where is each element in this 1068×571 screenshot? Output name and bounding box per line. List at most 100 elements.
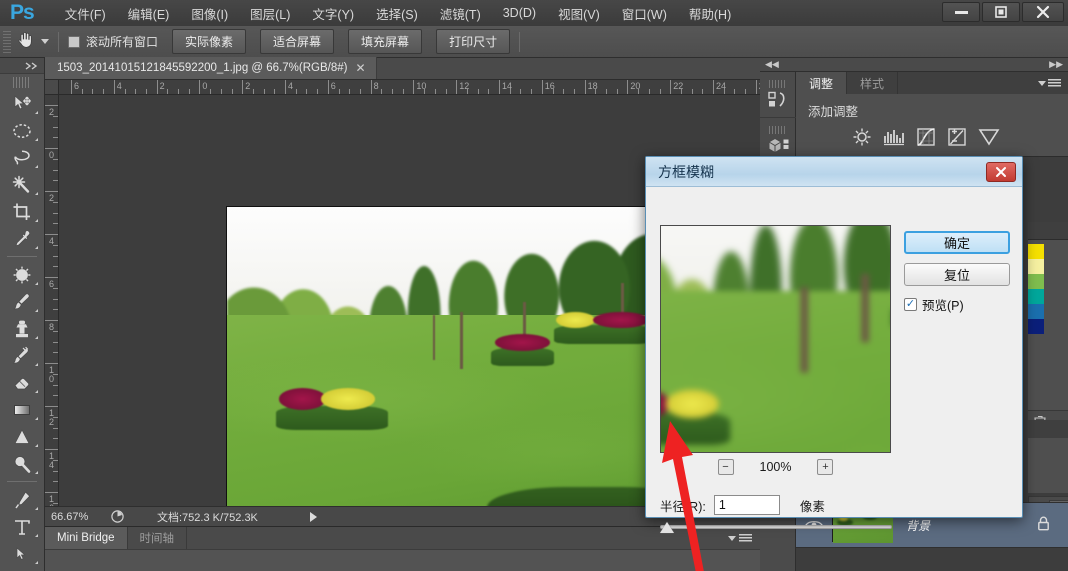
bottom-panel-menu-button[interactable] bbox=[728, 527, 760, 549]
tools-drag-grip[interactable] bbox=[13, 77, 31, 88]
brightness-contrast-icon[interactable] bbox=[852, 127, 872, 147]
menu-view[interactable]: 视图(V) bbox=[547, 1, 611, 26]
tool-preset-chevron-down-icon[interactable] bbox=[41, 39, 49, 44]
document-image bbox=[226, 206, 676, 526]
spot-healing-brush-tool[interactable] bbox=[3, 261, 41, 288]
gradient-tool[interactable] bbox=[3, 396, 41, 423]
move-tool[interactable] bbox=[3, 90, 41, 117]
eyedropper-tool[interactable] bbox=[3, 225, 41, 252]
zoom-level[interactable]: 66.67% bbox=[45, 511, 107, 523]
magic-wand-tool[interactable] bbox=[3, 171, 41, 198]
menu-select[interactable]: 选择(S) bbox=[365, 1, 429, 26]
panel-menu-icon bbox=[1048, 79, 1061, 88]
radius-slider[interactable] bbox=[660, 523, 892, 529]
swatch[interactable] bbox=[1028, 304, 1044, 319]
preview-checkbox[interactable]: ✓ 预览(P) bbox=[904, 295, 964, 314]
menu-file[interactable]: 文件(F) bbox=[54, 1, 117, 26]
rail-item-history[interactable] bbox=[760, 72, 796, 118]
ruler-label: 10 bbox=[47, 366, 56, 384]
tools-panel bbox=[0, 58, 45, 571]
blur-preview-image[interactable] bbox=[660, 225, 891, 453]
fill-screen-button[interactable]: 填充屏幕 bbox=[348, 29, 422, 54]
lock-icon[interactable] bbox=[1037, 516, 1050, 534]
menu-3d[interactable]: 3D(D) bbox=[492, 3, 547, 23]
rail-grip bbox=[769, 126, 787, 134]
bottom-panel: Mini Bridge 时间轴 bbox=[45, 526, 760, 571]
ok-button[interactable]: 确定 bbox=[904, 231, 1010, 254]
menu-type[interactable]: 文字(Y) bbox=[301, 1, 365, 26]
minimize-button[interactable] bbox=[942, 2, 980, 22]
swatch[interactable] bbox=[1028, 319, 1044, 334]
options-bar-grip[interactable] bbox=[3, 31, 11, 53]
clone-stamp-tool[interactable] bbox=[3, 315, 41, 342]
maximize-button[interactable] bbox=[982, 2, 1020, 22]
pen-tool[interactable] bbox=[3, 486, 41, 513]
dodge-tool[interactable] bbox=[3, 450, 41, 477]
dock-collapse-left-icon[interactable]: ◀◀ bbox=[765, 59, 779, 70]
preview-scene bbox=[660, 225, 891, 453]
lasso-tool[interactable] bbox=[3, 144, 41, 171]
menu-image[interactable]: 图像(I) bbox=[180, 1, 239, 26]
adjustments-panel: 调整 样式 添加调整 bbox=[796, 72, 1068, 157]
ruler-label: 4 bbox=[288, 82, 293, 91]
dialog-title-bar[interactable]: 方框模糊 bbox=[646, 157, 1022, 187]
zoom-in-button[interactable]: + bbox=[817, 459, 833, 475]
vibrance-icon[interactable] bbox=[978, 127, 1000, 147]
dialog-close-button[interactable] bbox=[986, 162, 1016, 182]
brush-tool[interactable] bbox=[3, 288, 41, 315]
document-preview-icon[interactable] bbox=[107, 510, 127, 523]
close-icon[interactable]: ✕ bbox=[355, 61, 365, 75]
path-selection-tool[interactable] bbox=[3, 540, 41, 567]
fit-screen-button[interactable]: 适合屏幕 bbox=[260, 29, 334, 54]
preview-checkbox-label: 预览(P) bbox=[922, 295, 964, 314]
swatch[interactable] bbox=[1028, 259, 1044, 274]
elliptical-marquee-tool[interactable] bbox=[3, 117, 41, 144]
swatch[interactable] bbox=[1028, 274, 1044, 289]
ruler-minor-tick bbox=[53, 245, 58, 246]
swatch[interactable] bbox=[1028, 289, 1044, 304]
eraser-tool[interactable] bbox=[3, 369, 41, 396]
menu-window[interactable]: 窗口(W) bbox=[611, 1, 678, 26]
exposure-icon[interactable] bbox=[947, 127, 967, 147]
blur-tool[interactable] bbox=[3, 423, 41, 450]
checkbox-box[interactable]: ✓ bbox=[904, 298, 917, 311]
curves-icon[interactable] bbox=[916, 127, 936, 147]
ruler-major-tick bbox=[199, 80, 200, 94]
history-brush-tool[interactable] bbox=[3, 342, 41, 369]
ruler-minor-tick bbox=[253, 89, 254, 94]
slider-handle[interactable] bbox=[660, 522, 674, 533]
tab-styles[interactable]: 样式 bbox=[847, 72, 898, 94]
dock-collapse-right-icon[interactable]: ▶▶ bbox=[1049, 59, 1063, 70]
menu-layer[interactable]: 图层(L) bbox=[239, 1, 301, 26]
checkbox-box[interactable] bbox=[68, 36, 80, 48]
tab-timeline[interactable]: 时间轴 bbox=[128, 527, 188, 549]
tab-adjustments[interactable]: 调整 bbox=[796, 72, 847, 94]
ruler-minor-tick bbox=[317, 89, 318, 94]
type-tool[interactable] bbox=[3, 513, 41, 540]
tools-collapse-button[interactable] bbox=[0, 58, 44, 74]
adjustments-panel-menu-button[interactable] bbox=[1038, 72, 1068, 94]
document-tab[interactable]: 1503_20141015121845592200_1.jpg @ 66.7%(… bbox=[45, 57, 377, 79]
radius-input[interactable]: 1 bbox=[714, 495, 780, 515]
tab-mini-bridge[interactable]: Mini Bridge bbox=[45, 527, 128, 549]
properties-panel-menu-button[interactable] bbox=[1028, 420, 1068, 438]
menu-filter[interactable]: 滤镜(T) bbox=[429, 1, 492, 26]
levels-icon[interactable] bbox=[883, 127, 905, 147]
menu-help[interactable]: 帮助(H) bbox=[678, 1, 742, 26]
hand-tool-icon[interactable] bbox=[17, 30, 34, 53]
crop-tool[interactable] bbox=[3, 198, 41, 225]
swatches-panel-menu-button[interactable] bbox=[1028, 222, 1068, 240]
print-size-button[interactable]: 打印尺寸 bbox=[436, 29, 510, 54]
menu-edit[interactable]: 编辑(E) bbox=[117, 1, 181, 26]
reset-button[interactable]: 复位 bbox=[904, 263, 1010, 286]
swatch[interactable] bbox=[1028, 244, 1044, 259]
close-button[interactable] bbox=[1022, 2, 1064, 22]
ruler-minor-tick bbox=[53, 481, 58, 482]
status-expand-arrow-icon[interactable] bbox=[310, 512, 317, 522]
slider-track[interactable] bbox=[660, 525, 892, 529]
scroll-all-windows-checkbox[interactable]: 滚动所有窗口 bbox=[68, 33, 158, 50]
zoom-out-button[interactable]: − bbox=[718, 459, 734, 475]
ruler-minor-tick bbox=[488, 89, 489, 94]
actual-pixels-button[interactable]: 实际像素 bbox=[172, 29, 246, 54]
ruler-minor-tick bbox=[617, 89, 618, 94]
